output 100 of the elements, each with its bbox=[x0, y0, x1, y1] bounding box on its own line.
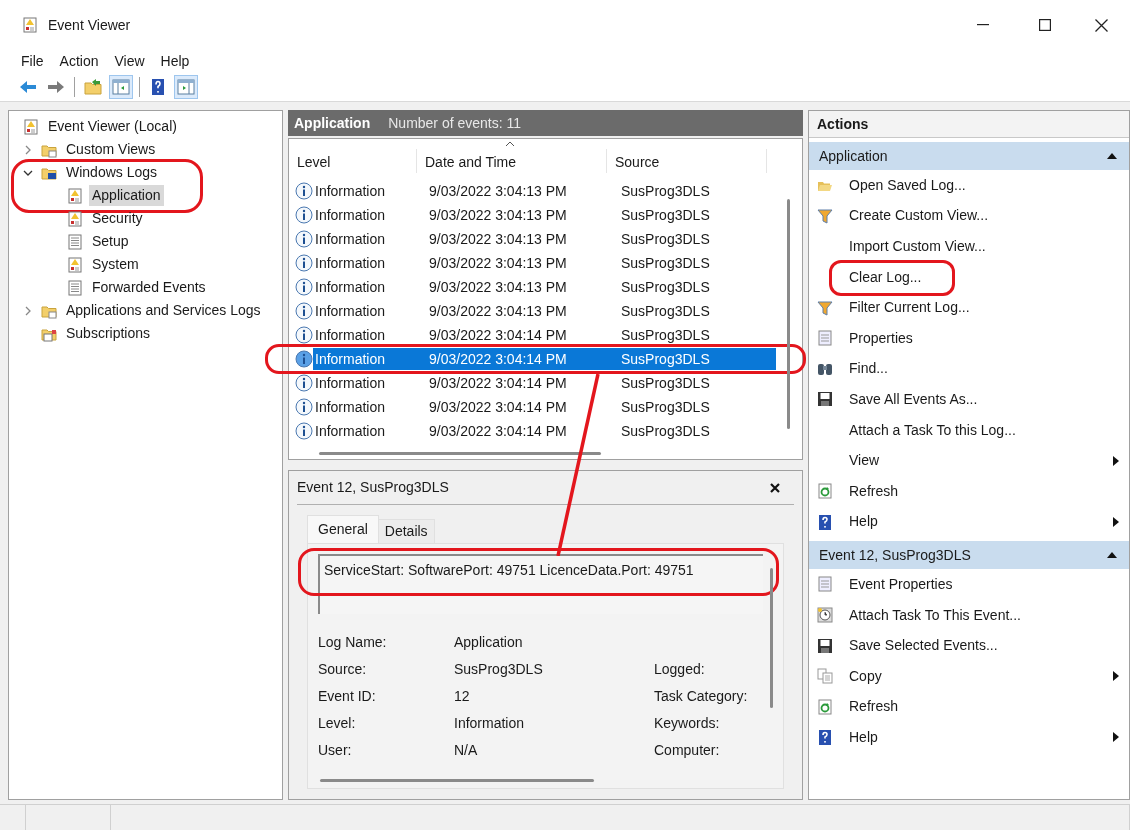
page-icon bbox=[67, 279, 83, 296]
scrollbar[interactable] bbox=[787, 199, 790, 429]
menu-item[interactable]: Help bbox=[153, 49, 197, 73]
chevron-right-icon[interactable] bbox=[23, 144, 33, 155]
field-value: Application bbox=[454, 633, 524, 652]
command-link[interactable]: Import Custom View... bbox=[849, 236, 986, 257]
event-row[interactable]: Information 9/03/2022 3:04:14 PM SusProg3DLS bbox=[313, 396, 776, 418]
log-icon bbox=[67, 187, 83, 204]
log-icon bbox=[23, 118, 39, 135]
command-link[interactable]: Properties bbox=[849, 327, 913, 349]
tree-item[interactable]: Applications and Services Logs bbox=[63, 300, 264, 321]
command-link[interactable]: Event Properties bbox=[849, 573, 953, 595]
detail-title: Event 12, SusProg3DLS bbox=[297, 478, 449, 497]
field-label: Task Category: bbox=[654, 687, 749, 706]
tree-item[interactable]: Custom Views bbox=[63, 139, 159, 160]
minimize-icon[interactable] bbox=[977, 24, 989, 26]
field-value: Information bbox=[454, 714, 526, 733]
info-icon bbox=[295, 254, 313, 272]
properties-icon bbox=[817, 576, 833, 593]
log-icon bbox=[67, 256, 83, 273]
tree-item[interactable]: Security bbox=[89, 208, 146, 229]
event-row[interactable]: Information 9/03/2022 3:04:13 PM SusProg3DLS bbox=[313, 204, 776, 226]
command-link[interactable]: Open Saved Log... bbox=[849, 174, 966, 196]
tree-item[interactable]: Event Viewer (Local) bbox=[45, 116, 180, 137]
clock-icon bbox=[817, 607, 833, 623]
section-header[interactable]: Application bbox=[809, 142, 1129, 170]
info-icon bbox=[295, 374, 313, 392]
info-icon bbox=[295, 206, 313, 224]
floppy-icon bbox=[817, 391, 833, 408]
field-label: Computer: bbox=[654, 741, 721, 760]
tree-item[interactable]: Setup bbox=[89, 231, 132, 252]
command-link[interactable]: Filter Current Log... bbox=[849, 297, 970, 319]
refresh-icon bbox=[817, 698, 833, 715]
properties-icon bbox=[817, 330, 833, 347]
field-label: User: bbox=[318, 741, 353, 760]
tab[interactable]: General bbox=[307, 515, 379, 543]
event-row[interactable]: Information 9/03/2022 3:04:14 PM SusProg3DLS bbox=[313, 348, 776, 370]
field-label: Log Name: bbox=[318, 633, 388, 652]
command-link[interactable]: Attach a Task To this Log... bbox=[849, 419, 1016, 441]
tree-item[interactable]: Forwarded Events bbox=[89, 277, 209, 298]
event-row[interactable]: Information 9/03/2022 3:04:14 PM SusProg3DLS bbox=[313, 372, 776, 394]
section-title: Application bbox=[819, 146, 888, 166]
command-link[interactable]: View bbox=[849, 450, 880, 472]
event-row[interactable]: Information 9/03/2022 3:04:13 PM SusProg3DLS bbox=[313, 180, 776, 202]
command-link[interactable]: Refresh bbox=[849, 696, 899, 718]
help-icon bbox=[817, 513, 833, 530]
scrollbar[interactable] bbox=[319, 452, 601, 455]
command-link[interactable]: Refresh bbox=[849, 480, 899, 502]
event-row[interactable]: Information 9/03/2022 3:04:14 PM SusProg3DLS bbox=[313, 324, 776, 346]
field-label: Keywords: bbox=[654, 714, 721, 733]
field-value: 12 bbox=[454, 687, 471, 706]
log-title: Application bbox=[294, 113, 371, 133]
chevron-right-icon[interactable] bbox=[23, 305, 33, 316]
column-header[interactable]: Date and Time bbox=[417, 149, 607, 173]
menu-item[interactable]: File bbox=[14, 49, 51, 73]
command-link[interactable]: Save Selected Events... bbox=[849, 635, 998, 657]
tree-item[interactable]: System bbox=[89, 254, 142, 275]
close-icon[interactable] bbox=[770, 482, 780, 493]
close-icon[interactable] bbox=[1095, 18, 1108, 32]
window-title: Event Viewer bbox=[48, 15, 131, 35]
column-header[interactable]: Source bbox=[607, 149, 767, 173]
tree-item[interactable]: Application bbox=[89, 185, 164, 206]
command-link[interactable]: Help bbox=[849, 511, 878, 533]
command-link[interactable]: Attach Task To This Event... bbox=[849, 604, 1021, 626]
actions-title: Actions bbox=[809, 111, 1129, 138]
column-header[interactable]: Level bbox=[289, 149, 417, 173]
tab[interactable]: Details bbox=[378, 519, 435, 543]
page-icon bbox=[67, 233, 83, 250]
command-link[interactable]: Create Custom View... bbox=[849, 205, 989, 227]
tree-item[interactable]: Subscriptions bbox=[63, 323, 154, 344]
field-label: Source: bbox=[318, 660, 368, 679]
menu-item[interactable]: Action bbox=[52, 49, 106, 73]
field-label: Event ID: bbox=[318, 687, 377, 706]
event-row[interactable]: Information 9/03/2022 3:04:14 PM SusProg3DLS bbox=[313, 420, 776, 442]
triangle-up-icon[interactable] bbox=[1107, 552, 1117, 559]
section-header[interactable]: Event 12, SusProg3DLS bbox=[809, 541, 1129, 570]
help-icon bbox=[817, 729, 833, 746]
field-label: Logged: bbox=[654, 660, 706, 679]
command-link[interactable]: Find... bbox=[849, 358, 888, 380]
tree-item[interactable]: Windows Logs bbox=[63, 162, 161, 183]
event-row[interactable]: Information 9/03/2022 3:04:13 PM SusProg3DLS bbox=[313, 276, 776, 298]
command-link[interactable]: Help bbox=[849, 726, 878, 748]
funnel-icon bbox=[817, 299, 833, 316]
scrollbar[interactable] bbox=[770, 568, 773, 708]
command-link[interactable]: Clear Log... bbox=[849, 266, 922, 288]
menu-item[interactable]: View bbox=[107, 49, 152, 73]
info-icon bbox=[295, 326, 313, 344]
maximize-icon[interactable] bbox=[1039, 19, 1051, 31]
info-icon bbox=[295, 422, 313, 440]
info-icon bbox=[295, 230, 313, 248]
command-link[interactable]: Copy bbox=[849, 665, 882, 687]
event-row[interactable]: Information 9/03/2022 3:04:13 PM SusProg3DLS bbox=[313, 300, 776, 322]
pane-icon bbox=[112, 77, 130, 96]
triangle-up-icon[interactable] bbox=[1107, 153, 1117, 159]
event-row[interactable]: Information 9/03/2022 3:04:13 PM SusProg3DLS bbox=[313, 252, 776, 274]
command-link[interactable]: Save All Events As... bbox=[849, 388, 978, 410]
field-value: N/A bbox=[454, 741, 479, 760]
event-row[interactable]: Information 9/03/2022 3:04:13 PM SusProg3DLS bbox=[313, 228, 776, 250]
scrollbar[interactable] bbox=[320, 779, 594, 782]
refresh-icon bbox=[817, 483, 833, 500]
